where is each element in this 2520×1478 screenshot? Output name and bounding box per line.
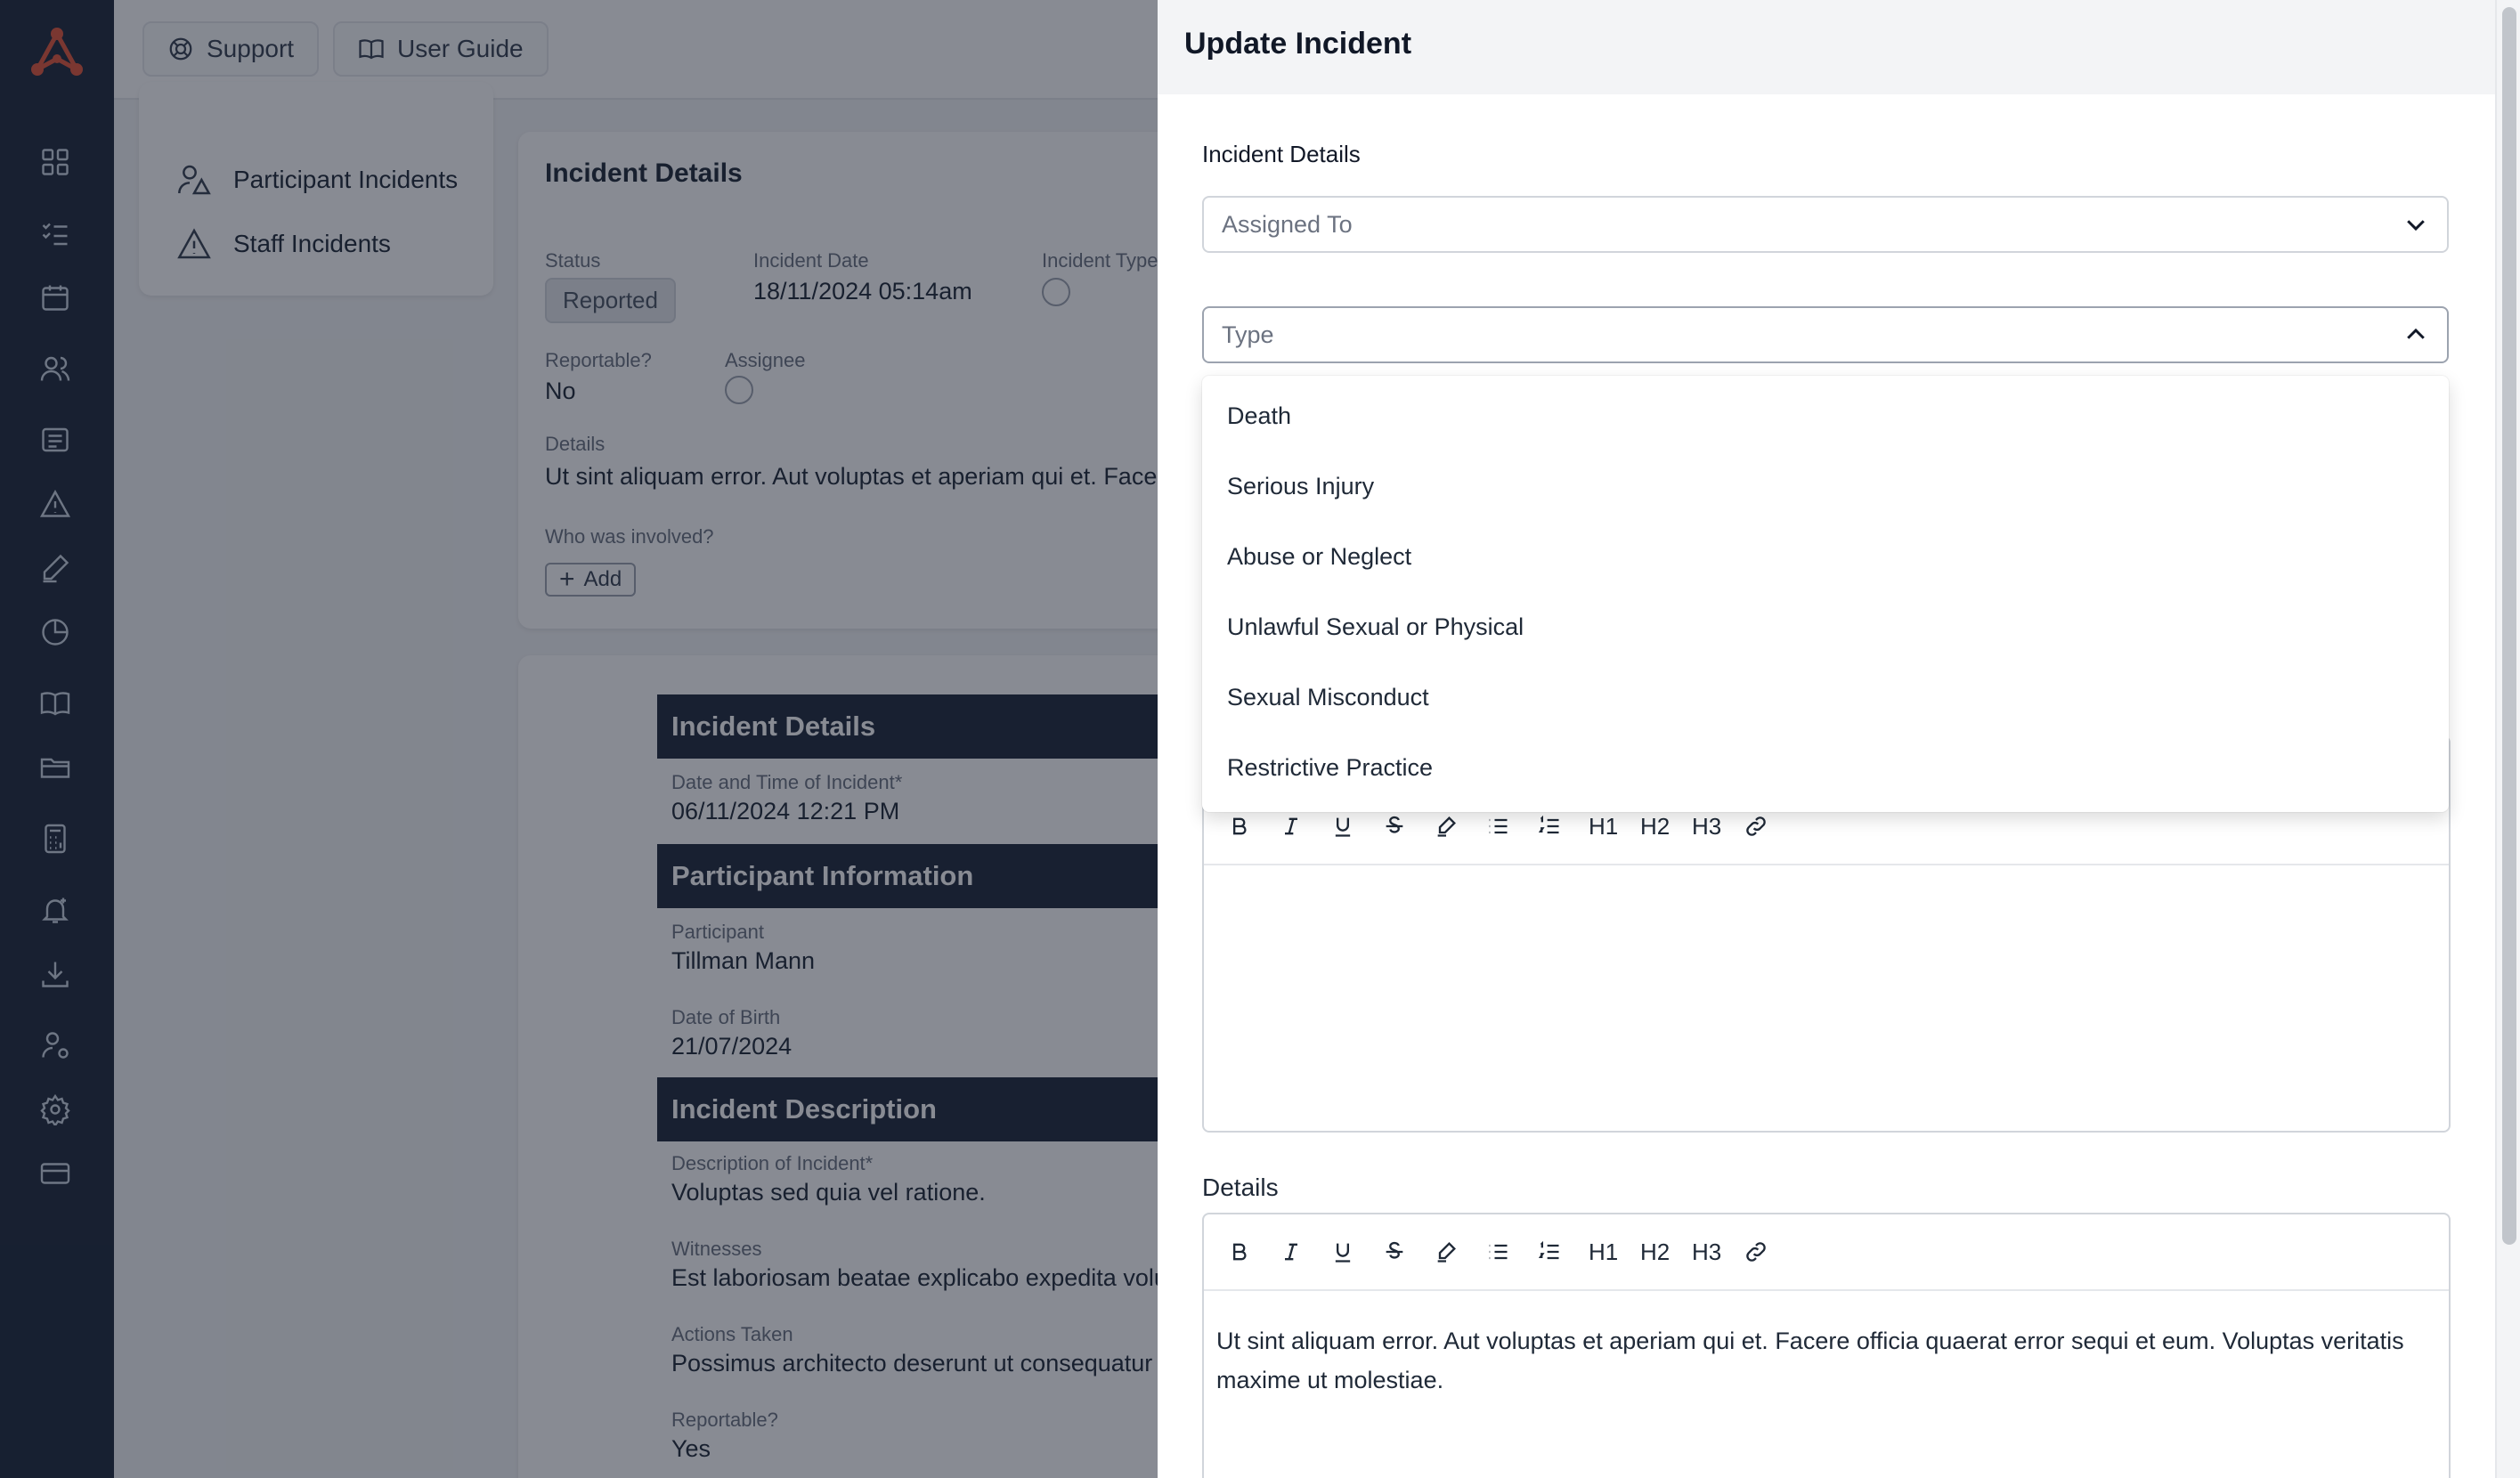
form-section-label: Incident Details	[1202, 141, 1361, 167]
type-placeholder: Type	[1222, 321, 1274, 348]
bold-icon[interactable]	[1227, 808, 1279, 844]
type-option[interactable]: Abuse or Neglect	[1227, 543, 1411, 571]
underline-icon[interactable]	[1330, 1234, 1382, 1270]
strikethrough-icon[interactable]	[1382, 1234, 1434, 1270]
strikethrough-icon[interactable]	[1382, 808, 1434, 844]
type-option[interactable]: Sexual Misconduct	[1227, 684, 1429, 711]
type-option[interactable]: Death	[1227, 402, 1291, 430]
heading2-button[interactable]: H2	[1640, 1234, 1692, 1270]
assigned-to-select[interactable]: Assigned To	[1202, 196, 2449, 253]
italic-icon[interactable]	[1279, 1234, 1330, 1270]
link-icon[interactable]	[1744, 808, 1795, 844]
chevron-up-icon	[2407, 328, 2425, 339]
heading3-button[interactable]: H3	[1692, 1234, 1744, 1270]
bullet-list-icon[interactable]	[1485, 1234, 1537, 1270]
update-incident-drawer: Update Incident Incident Details Assigne…	[1158, 0, 2495, 1478]
modal-backdrop[interactable]	[0, 0, 1158, 1478]
heading3-button[interactable]: H3	[1692, 808, 1744, 844]
type-select[interactable]: Type	[1202, 306, 2449, 363]
type-option[interactable]: Unlawful Sexual or Physical	[1227, 613, 1524, 641]
drawer-scrollbar[interactable]	[2495, 0, 2520, 1478]
italic-icon[interactable]	[1279, 808, 1330, 844]
type-option[interactable]: Serious Injury	[1227, 473, 1374, 500]
type-option[interactable]: Restrictive Practice	[1227, 754, 1433, 782]
bold-icon[interactable]	[1227, 1234, 1279, 1270]
assigned-to-placeholder: Assigned To	[1222, 210, 1353, 238]
details-editor[interactable]: H1 H2 H3 Ut sint aliquam error. Aut volu…	[1202, 1213, 2451, 1478]
highlight-icon[interactable]	[1434, 1234, 1485, 1270]
heading1-button[interactable]: H1	[1589, 808, 1640, 844]
link-icon[interactable]	[1744, 1234, 1795, 1270]
bullet-list-icon[interactable]	[1485, 808, 1537, 844]
numbered-list-icon[interactable]	[1537, 1234, 1589, 1270]
editor-toolbar: H1 H2 H3	[1204, 1214, 2449, 1291]
chevron-down-icon	[2407, 220, 2425, 231]
heading1-button[interactable]: H1	[1589, 1234, 1640, 1270]
highlight-icon[interactable]	[1434, 808, 1485, 844]
scrollbar-thumb[interactable]	[2502, 7, 2516, 1245]
drawer-header: Update Incident	[1158, 0, 2495, 94]
details-field-label: Details	[1202, 1173, 1279, 1201]
type-dropdown-menu: Death Serious Injury Abuse or Neglect Un…	[1202, 376, 2449, 812]
details-editor-content[interactable]: Ut sint aliquam error. Aut voluptas et a…	[1216, 1321, 2413, 1400]
heading2-button[interactable]: H2	[1640, 808, 1692, 844]
drawer-title: Update Incident	[1184, 27, 1412, 61]
underline-icon[interactable]	[1330, 808, 1382, 844]
numbered-list-icon[interactable]	[1537, 808, 1589, 844]
